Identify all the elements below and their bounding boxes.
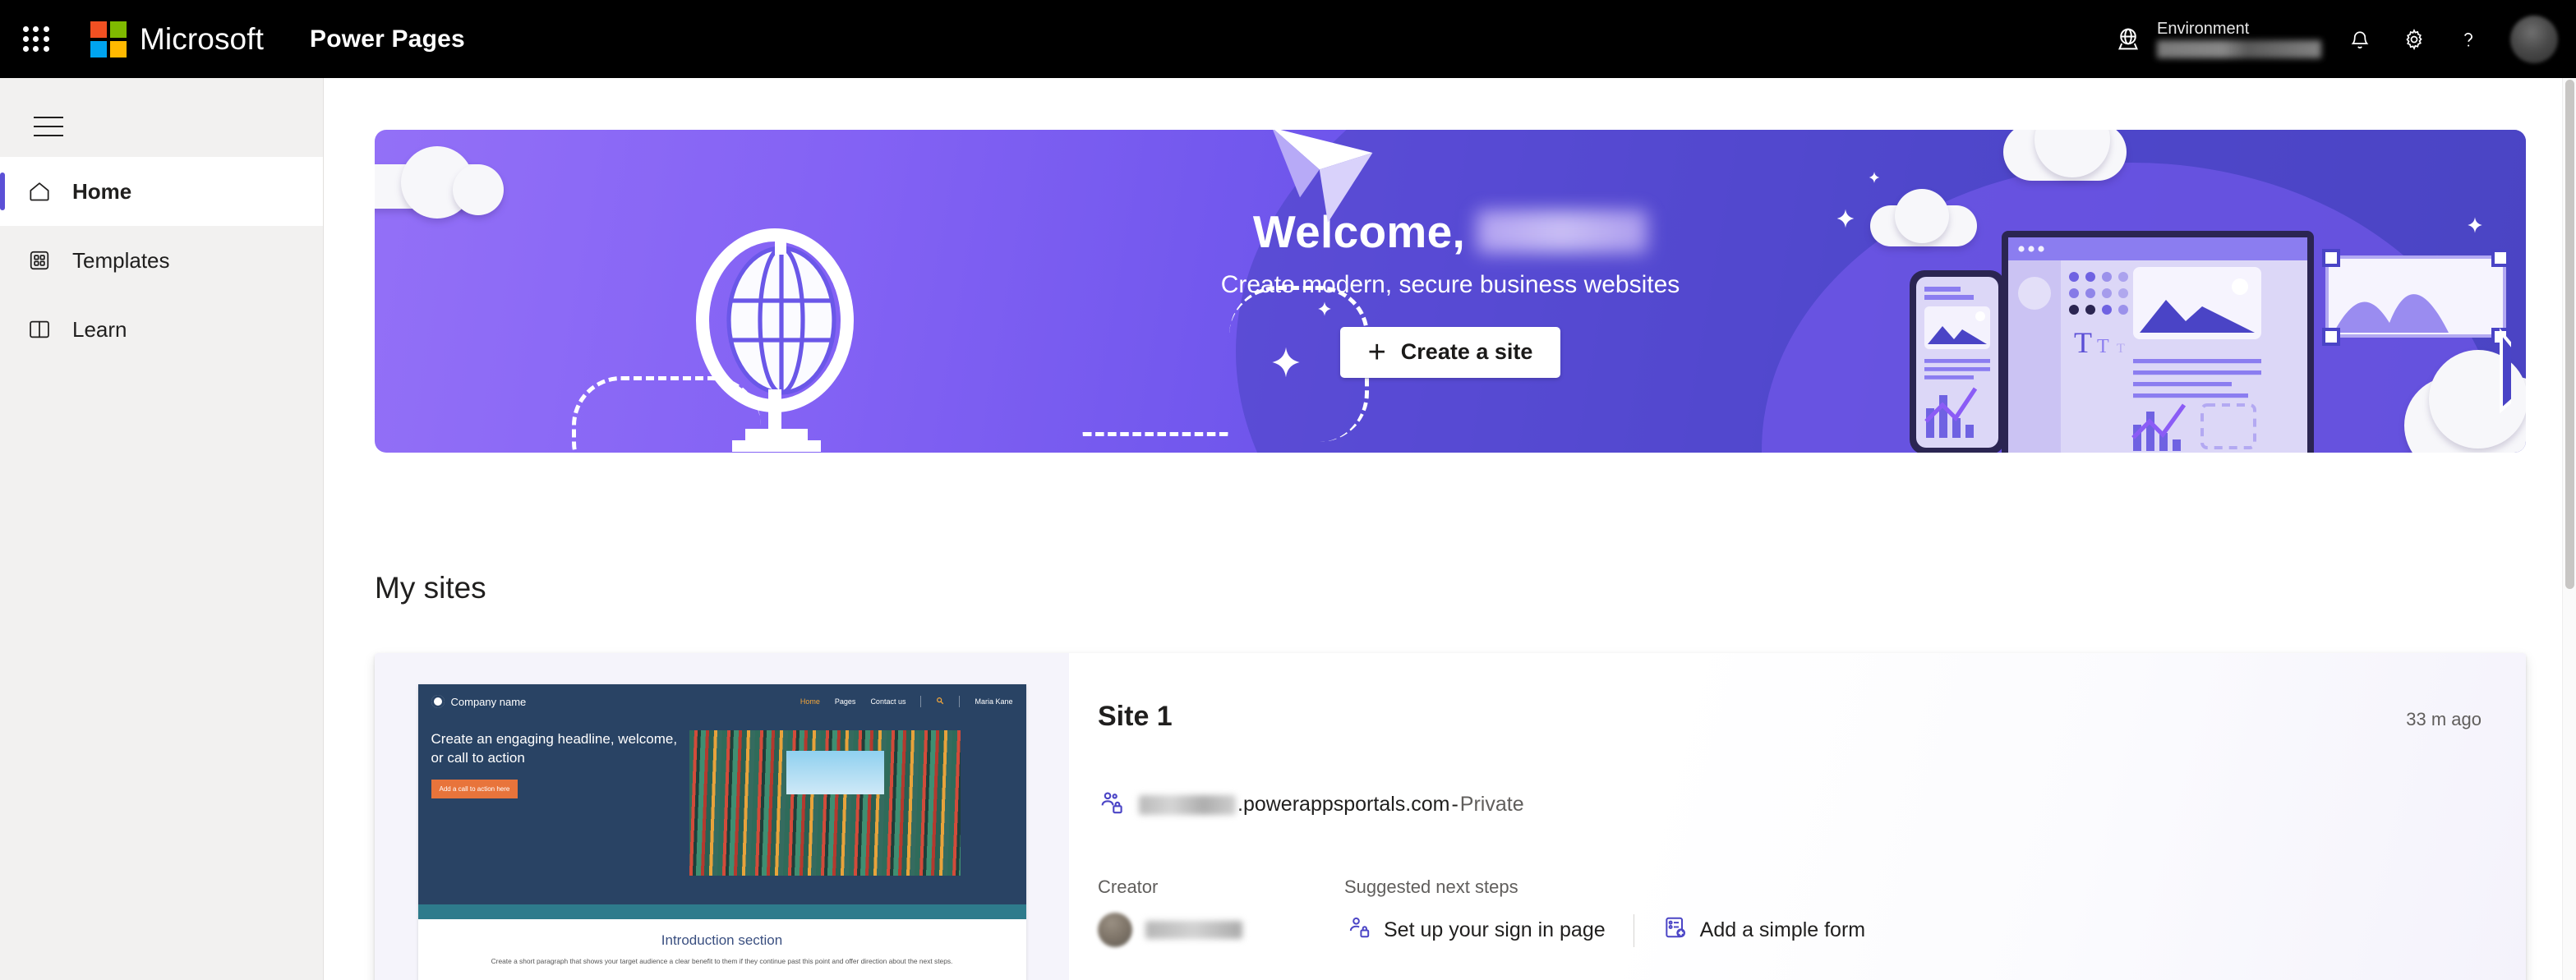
- app-launcher-waffle-icon[interactable]: [18, 21, 54, 58]
- environment-name-redacted: [2157, 40, 2321, 58]
- person-lock-icon: [1346, 914, 1372, 946]
- environment-label: Environment: [2157, 20, 2250, 38]
- globe-icon: [2114, 25, 2142, 53]
- notifications-button[interactable]: [2333, 12, 2387, 67]
- scrollbar-thumb[interactable]: [2565, 80, 2574, 589]
- form-add-icon: [1662, 914, 1689, 946]
- site-name: Site 1: [1098, 701, 1173, 732]
- suggested-next-steps-column: Suggested next steps Set up your sign in…: [1344, 876, 1867, 951]
- sidebar-item-learn[interactable]: Learn: [0, 295, 323, 364]
- thumbnail-logo: Company name: [431, 695, 527, 708]
- site-url-row: .powerappsportals.com - Private: [1098, 789, 1524, 821]
- sidebar-item-home[interactable]: Home: [0, 157, 323, 226]
- sidebar-item-label: Home: [72, 178, 132, 204]
- plus-icon: +: [1367, 334, 1386, 370]
- site-card-details: Site 1 33 m ago .powerappsportals.com - …: [1098, 653, 2526, 980]
- divider: [959, 696, 961, 707]
- thumbnail-logo-icon: [431, 695, 445, 708]
- microsoft-wordmark: Microsoft: [140, 21, 264, 56]
- thumbnail-intro-section: Introduction section Create a short para…: [418, 919, 1026, 980]
- page-scrollbar[interactable]: [2562, 78, 2576, 980]
- thumbnail-nav-home: Home: [800, 697, 820, 706]
- top-app-bar: Microsoft Power Pages Environment: [0, 0, 2576, 78]
- main-content: T T T Welcome, Create modern, secure bus…: [325, 78, 2576, 980]
- search-icon: [936, 697, 944, 706]
- url-separator: -: [1451, 793, 1459, 816]
- thumbnail-cta-button: Add a call to action here: [431, 779, 518, 798]
- user-name-redacted: [1477, 209, 1648, 253]
- creator-label: Creator: [1098, 876, 1159, 897]
- hamburger-menu-icon[interactable]: [18, 96, 79, 157]
- page-title: My sites: [375, 571, 486, 605]
- step-label: Set up your sign in page: [1384, 918, 1606, 941]
- thumbnail-nav-links: Home Pages Contact us Maria Kane: [800, 696, 1013, 707]
- site-subdomain-redacted: [1139, 794, 1236, 815]
- site-thumbnail-pane[interactable]: Company name Home Pages Contact us Maria: [375, 653, 1069, 980]
- settings-button[interactable]: [2387, 12, 2441, 67]
- thumbnail-nav-pages: Pages: [834, 697, 856, 706]
- templates-grid-icon: [25, 246, 54, 275]
- thumbnail-headline: Create an engaging headline, welcome, or…: [431, 731, 678, 766]
- create-a-site-label: Create a site: [1400, 339, 1533, 364]
- step-add-a-simple-form[interactable]: Add a simple form: [1661, 909, 1867, 951]
- site-updated-timestamp: 33 m ago: [2406, 709, 2482, 729]
- creator-value: [1098, 913, 1344, 947]
- step-set-up-sign-in-page[interactable]: Set up your sign in page: [1344, 909, 1607, 951]
- sidebar-item-label: Templates: [72, 247, 170, 273]
- creator-avatar: [1098, 913, 1132, 947]
- left-navigation: Home Templates Learn: [0, 78, 324, 980]
- people-lock-icon: [1098, 789, 1126, 821]
- hero-text-block: Welcome, Create modern, secure business …: [375, 130, 2526, 453]
- thumbnail-nav: Company name Home Pages Contact us Maria: [418, 684, 1026, 719]
- thumbnail-hero-body: Create an engaging headline, welcome, or…: [418, 719, 1026, 876]
- site-domain: .powerappsportals.com: [1237, 793, 1450, 816]
- sidebar-item-templates[interactable]: Templates: [0, 226, 323, 295]
- creator-name-redacted: [1145, 921, 1242, 939]
- creator-column: Creator: [1098, 876, 1344, 947]
- hero-subtitle: Create modern, secure business websites: [1220, 270, 1680, 298]
- thumbnail-intro-paragraph: Create a short paragraph that shows your…: [491, 957, 953, 965]
- thumbnail-hero-image: [689, 730, 961, 876]
- step-label: Add a simple form: [1699, 918, 1866, 941]
- gear-icon: [2402, 27, 2426, 52]
- thumbnail-hero: Company name Home Pages Contact us Maria: [417, 684, 1026, 904]
- create-a-site-button[interactable]: + Create a site: [1339, 326, 1561, 378]
- question-mark-icon: [2456, 27, 2481, 52]
- avatar[interactable]: [2510, 15, 2558, 63]
- site-meta-row: Creator Suggested next steps Set up your…: [1098, 876, 1867, 951]
- microsoft-logo-icon: [90, 21, 127, 58]
- thumbnail-nav-user: Maria Kane: [975, 697, 1013, 706]
- thumbnail-nav-contact: Contact us: [870, 697, 906, 706]
- site-card[interactable]: Company name Home Pages Contact us Maria: [375, 653, 2526, 980]
- environment-picker[interactable]: Environment: [2103, 0, 2333, 78]
- book-icon: [25, 315, 54, 344]
- suggested-next-steps-list: Set up your sign in page Add a simple fo…: [1344, 909, 1867, 951]
- site-visibility: Private: [1459, 793, 1524, 816]
- welcome-hero-banner: T T T Welcome, Create modern, secure bus…: [375, 130, 2526, 453]
- home-icon: [25, 177, 54, 206]
- top-bar-right-cluster: Environment: [2103, 0, 2576, 78]
- app-title: Power Pages: [309, 25, 465, 53]
- suggested-next-steps-label: Suggested next steps: [1344, 876, 1518, 897]
- help-button[interactable]: [2441, 12, 2495, 67]
- thumbnail-accent-strip: [417, 904, 1026, 919]
- site-url[interactable]: .powerappsportals.com - Private: [1139, 793, 1524, 817]
- site-thumbnail: Company name Home Pages Contact us Maria: [417, 684, 1026, 980]
- divider: [920, 696, 922, 707]
- thumbnail-company-name: Company name: [450, 695, 527, 708]
- sidebar-item-label: Learn: [72, 316, 127, 342]
- thumbnail-intro-heading: Introduction section: [661, 932, 783, 948]
- paper-plane-illustration: [1273, 130, 1373, 223]
- microsoft-logo[interactable]: Microsoft: [90, 21, 264, 58]
- bell-icon: [2348, 27, 2372, 52]
